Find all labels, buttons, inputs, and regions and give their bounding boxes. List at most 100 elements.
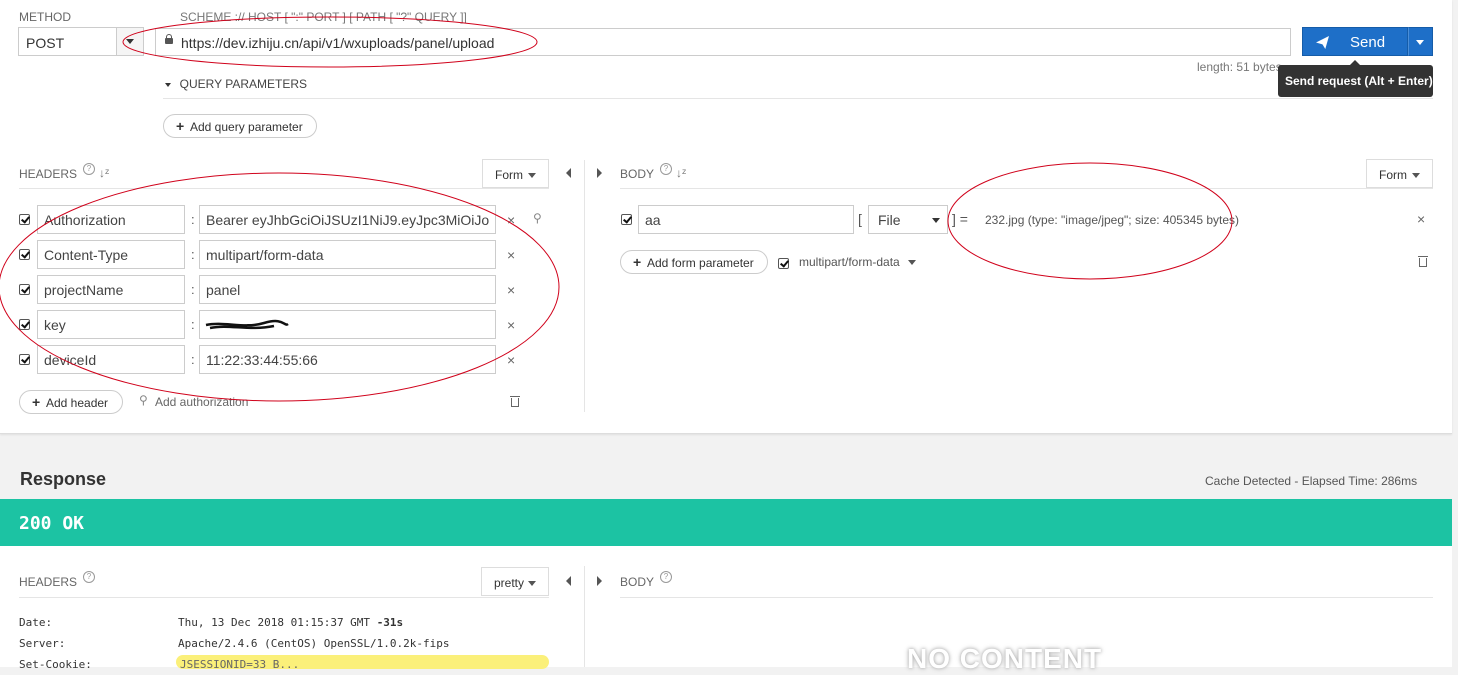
header-key-input[interactable]: projectName (37, 275, 185, 304)
add-query-parameter-button[interactable]: + Add query parameter (163, 114, 317, 138)
header-checkbox[interactable] (19, 214, 30, 225)
body-param-name: aa (645, 212, 661, 228)
response-headers-mode-dropdown[interactable]: pretty (481, 567, 549, 596)
header-key: Authorization (44, 212, 126, 228)
header-checkbox[interactable] (19, 354, 30, 365)
date-value: Thu, 13 Dec 2018 01:15:37 GMT (178, 616, 371, 629)
send-tooltip: Send request (Alt + Enter) (1278, 60, 1433, 97)
collapse-left-icon[interactable] (566, 576, 571, 586)
add-header-button[interactable]: + Add header (19, 390, 123, 414)
response-panel: HEADERS ? pretty BODY ? Date: Thu, 13 De… (0, 546, 1452, 671)
colon: : (191, 282, 195, 297)
plus-icon: + (176, 118, 185, 134)
header-value-input[interactable]: panel (199, 275, 496, 304)
chevron-down-icon (126, 39, 134, 44)
url-format-label: SCHEME :// HOST [ ":" PORT ] [ PATH [ "?… (180, 10, 467, 24)
header-value-input[interactable] (199, 310, 496, 339)
trash-icon[interactable] (510, 396, 520, 407)
url-input[interactable]: https://dev.izhiju.cn/api/v1/wxuploads/p… (155, 28, 1291, 56)
param-type-select[interactable]: File (868, 205, 948, 234)
request-panel: METHOD SCHEME :// HOST [ ":" PORT ] [ PA… (0, 0, 1452, 434)
add-header-label: Add header (46, 396, 109, 410)
method-value: POST (26, 35, 65, 51)
close-icon[interactable]: × (507, 282, 515, 298)
close-icon[interactable]: × (507, 352, 515, 368)
collapse-right-icon[interactable] (597, 168, 602, 178)
header-value: 11:22:33:44:55:66 (206, 352, 318, 368)
key-icon[interactable]: ⚲ (533, 211, 542, 225)
headers-mode-dropdown[interactable]: Form (482, 159, 549, 188)
collapse-right-icon[interactable] (597, 576, 602, 586)
redaction-scribble (205, 319, 289, 330)
header-checkbox[interactable] (19, 249, 30, 260)
response-headers-mode: pretty (494, 576, 525, 590)
close-icon[interactable]: × (1417, 211, 1425, 227)
header-key: projectName (44, 282, 124, 298)
tooltip-text: Send request (Alt + Enter) (1285, 74, 1433, 88)
header-key-input[interactable]: deviceId (37, 345, 185, 374)
trash-icon[interactable] (1418, 256, 1428, 267)
colon: : (191, 212, 195, 227)
file-info[interactable]: 232.jpg (type: "image/jpeg"; size: 40534… (985, 213, 1239, 227)
encoding-checkbox[interactable] (778, 258, 789, 269)
sort-icon[interactable]: ↓ᶻ (676, 166, 686, 180)
header-key-input[interactable]: Authorization (37, 205, 185, 234)
status-bar: 200 OK (0, 499, 1452, 546)
response-headers-title: HEADERS (19, 575, 78, 589)
response-header-key: Server: (19, 637, 66, 650)
query-params-toggle[interactable]: QUERY PARAMETERS (165, 76, 307, 91)
add-form-parameter-button[interactable]: + Add form parameter (620, 250, 768, 274)
close-icon[interactable]: × (507, 247, 515, 263)
divider (620, 188, 1433, 189)
send-options-button[interactable] (1408, 27, 1433, 56)
method-dropdown-button[interactable] (116, 28, 143, 55)
header-value-input[interactable]: 11:22:33:44:55:66 (199, 345, 496, 374)
header-key: key (44, 317, 66, 333)
help-icon[interactable]: ? (83, 163, 95, 175)
lock-icon (165, 34, 173, 44)
header-checkbox[interactable] (19, 284, 30, 295)
help-icon[interactable]: ? (660, 571, 672, 583)
close-icon[interactable]: × (507, 212, 515, 228)
divider (163, 98, 1433, 99)
body-mode-dropdown[interactable]: Form (1366, 159, 1433, 188)
close-icon[interactable]: × (507, 317, 515, 333)
chevron-down-icon (528, 173, 536, 178)
divider (19, 188, 549, 189)
body-param-checkbox[interactable] (621, 214, 632, 225)
length-text: length: 51 bytes (1197, 60, 1282, 74)
header-value-input[interactable]: Bearer eyJhbGciOiJSUzI1NiJ9.eyJpc3MiOiJo (199, 205, 496, 234)
send-label: Send (1350, 34, 1386, 51)
param-type-value: File (878, 212, 901, 228)
chevron-down-icon (165, 82, 171, 87)
header-checkbox[interactable] (19, 319, 30, 330)
header-value: multipart/form-data (206, 247, 324, 263)
method-select[interactable]: POST (18, 27, 144, 56)
key-icon: ⚲ (139, 393, 148, 407)
panel-divider (584, 160, 585, 412)
header-value: Bearer eyJhbGciOiJSUzI1NiJ9.eyJpc3MiOiJo (206, 212, 490, 228)
header-key-input[interactable]: Content-Type (37, 240, 185, 269)
body-param-name-input[interactable]: aa (638, 205, 854, 234)
bracket-open: [ (858, 211, 862, 227)
chevron-down-icon (1412, 173, 1420, 178)
encoding-dropdown[interactable]: multipart/form-data (799, 255, 917, 269)
date-offset: -31s (376, 616, 404, 629)
sort-icon[interactable]: ↓ᶻ (99, 166, 109, 180)
help-icon[interactable]: ? (83, 571, 95, 583)
plus-icon: + (633, 254, 642, 270)
header-key-input[interactable]: key (37, 310, 185, 339)
colon: : (191, 317, 195, 332)
encoding-label: multipart/form-data (799, 255, 900, 269)
panel-divider (584, 566, 585, 667)
header-value: panel (206, 282, 241, 298)
plus-icon: + (32, 394, 41, 410)
add-form-parameter-label: Add form parameter (647, 256, 754, 270)
add-authorization-link[interactable]: Add authorization (155, 395, 248, 409)
chevron-down-icon (1416, 40, 1424, 45)
collapse-left-icon[interactable] (566, 168, 571, 178)
help-icon[interactable]: ? (660, 163, 672, 175)
send-button[interactable]: Send (1302, 27, 1408, 56)
headers-title: HEADERS (19, 167, 78, 181)
header-value-input[interactable]: multipart/form-data (199, 240, 496, 269)
